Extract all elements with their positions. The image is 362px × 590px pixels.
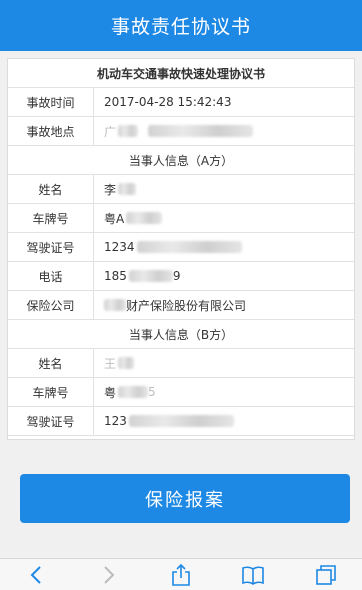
party-a-plate-row: 车牌号 粤A — [8, 204, 354, 233]
party-b-name-value: 王 — [94, 349, 354, 377]
party-b-license-row: 驾驶证号 123 — [8, 407, 354, 436]
party-a-insurer-row: 保险公司 财产保险股份有限公司 — [8, 291, 354, 320]
party-a-license-prefix: 1234 — [104, 240, 135, 254]
party-b-license-value: 123 — [94, 407, 354, 435]
back-icon — [30, 565, 41, 584]
party-a-name-value: 李 — [94, 175, 354, 203]
party-a-license-value: 1234 — [94, 233, 354, 261]
party-a-phone-suffix: 9 — [172, 269, 181, 283]
agreement-table: 机动车交通事故快速处理协议书 事故时间 2017-04-28 15:42:43 … — [7, 58, 355, 440]
insurance-report-label: 保险报案 — [145, 489, 225, 511]
party-a-phone-value: 185 9 — [94, 262, 354, 290]
party-b-plate-value: 粤 5 — [94, 378, 354, 406]
party-b-plate-suffix: 5 — [148, 385, 156, 399]
party-b-license-label: 驾驶证号 — [8, 407, 94, 435]
table-title-row: 机动车交通事故快速处理协议书 — [8, 59, 354, 88]
redacted-block — [118, 183, 137, 195]
party-b-heading-row: 当事人信息（B方） — [8, 320, 354, 349]
party-a-name-label: 姓名 — [8, 175, 94, 203]
accident-place-prefix: 广 — [104, 124, 117, 139]
party-a-insurer-suffix: 财产保险股份有限公司 — [126, 298, 247, 313]
page-header: 事故责任协议书 — [0, 0, 362, 51]
party-a-insurer-label: 保险公司 — [8, 291, 94, 319]
redacted-block — [128, 415, 234, 427]
bookmarks-icon — [242, 566, 265, 585]
party-b-name-prefix: 王 — [104, 356, 117, 371]
accident-place-label: 事故地点 — [8, 117, 94, 145]
forward-button[interactable] — [94, 562, 124, 588]
tabs-button[interactable] — [311, 562, 341, 588]
share-icon — [172, 563, 190, 586]
party-a-plate-label: 车牌号 — [8, 204, 94, 232]
party-b-plate-row: 车牌号 粤 5 — [8, 378, 354, 407]
page-title: 事故责任协议书 — [110, 16, 251, 38]
party-b-plate-label: 车牌号 — [8, 378, 94, 406]
party-a-heading: 当事人信息（A方） — [128, 153, 234, 168]
redacted-block — [128, 270, 173, 282]
insurance-report-button[interactable]: 保险报案 — [20, 474, 350, 523]
accident-time-value: 2017-04-28 15:42:43 — [104, 95, 232, 109]
browser-toolbar — [0, 558, 362, 590]
redacted-block — [148, 125, 254, 137]
party-a-phone-label: 电话 — [8, 262, 94, 290]
party-a-insurer-value: 财产保险股份有限公司 — [94, 291, 354, 319]
share-button[interactable] — [166, 562, 196, 588]
redacted-block — [104, 299, 126, 311]
party-a-phone-row: 电话 185 9 — [8, 262, 354, 291]
accident-time-label: 事故时间 — [8, 88, 94, 116]
bookmarks-button[interactable] — [238, 562, 268, 588]
accident-time-row: 事故时间 2017-04-28 15:42:43 — [8, 88, 354, 117]
table-title: 机动车交通事故快速处理协议书 — [96, 66, 265, 81]
party-b-plate-prefix: 粤 — [104, 385, 117, 400]
party-a-plate-prefix: 粤A — [104, 211, 125, 226]
party-a-license-label: 驾驶证号 — [8, 233, 94, 261]
redacted-block — [136, 241, 242, 253]
forward-icon — [103, 565, 114, 584]
party-b-heading: 当事人信息（B方） — [128, 327, 234, 342]
back-button[interactable] — [21, 562, 51, 588]
accident-place-row: 事故地点 广 — [8, 117, 354, 146]
party-a-name-row: 姓名 李 — [8, 175, 354, 204]
accident-place-value: 广 — [94, 117, 354, 145]
party-a-phone-prefix: 185 — [104, 269, 127, 283]
tabs-icon — [315, 564, 336, 585]
party-a-license-row: 驾驶证号 1234 — [8, 233, 354, 262]
party-b-name-label: 姓名 — [8, 349, 94, 377]
redacted-block — [118, 386, 149, 398]
party-a-heading-row: 当事人信息（A方） — [8, 146, 354, 175]
party-a-plate-value: 粤A — [94, 204, 354, 232]
party-b-license-prefix: 123 — [104, 414, 127, 428]
redacted-block — [118, 357, 135, 369]
redacted-block — [126, 212, 163, 224]
party-b-name-row: 姓名 王 — [8, 349, 354, 378]
party-a-name-prefix: 李 — [104, 182, 117, 197]
redacted-block — [118, 125, 139, 137]
